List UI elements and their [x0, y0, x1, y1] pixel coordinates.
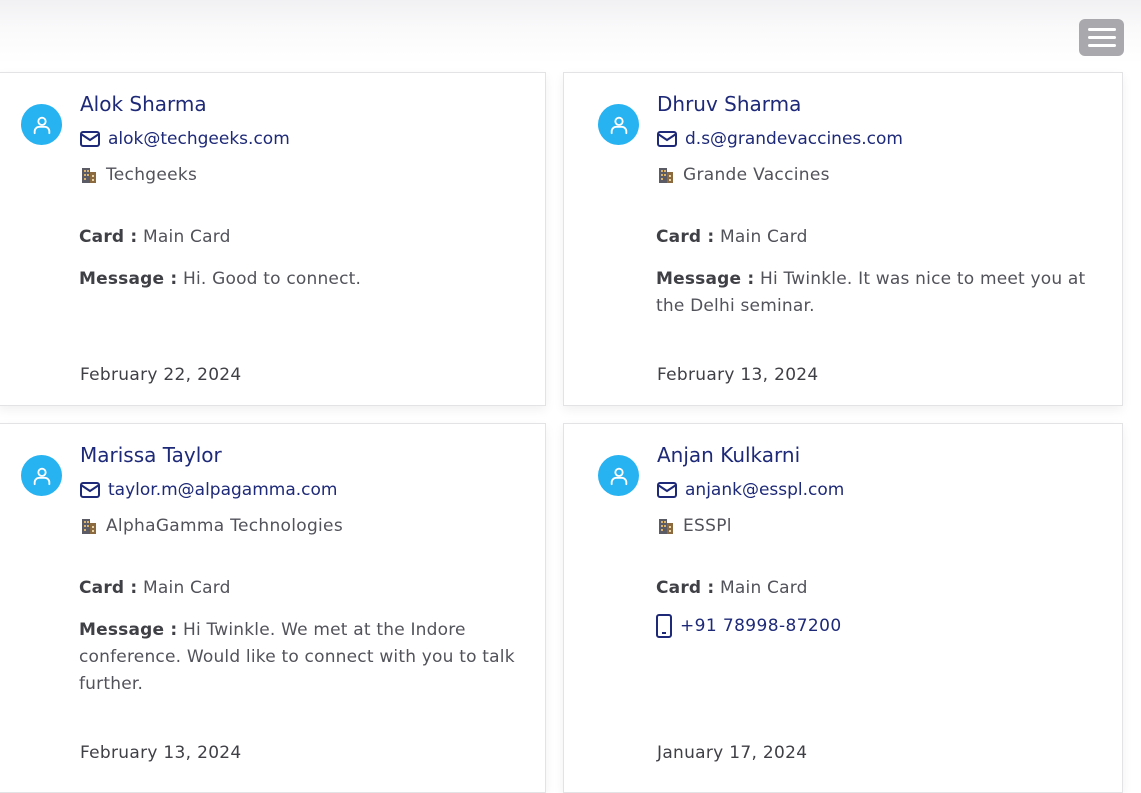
contact-date: January 17, 2024 — [657, 743, 808, 763]
office-building-icon — [80, 166, 98, 184]
card-field: Card : Main Card — [656, 224, 1086, 251]
card-label: Card : — [79, 578, 138, 598]
mail-icon — [657, 131, 677, 147]
user-avatar-icon — [21, 104, 62, 145]
contact-card[interactable]: Marissa Taylor taylor.m@alpagamma.com Al… — [0, 423, 546, 793]
contact-card[interactable]: Dhruv Sharma d.s@grandevaccines.com Gran… — [563, 72, 1123, 406]
message-label: Message : — [79, 620, 178, 640]
card-label: Card : — [656, 578, 715, 598]
company-row: Grande Vaccines — [657, 165, 830, 185]
hamburger-menu-icon-bar — [1087, 44, 1116, 47]
mail-icon — [80, 131, 100, 147]
contact-email[interactable]: anjank@esspl.com — [685, 480, 844, 500]
contact-email[interactable]: taylor.m@alpagamma.com — [108, 480, 337, 500]
card-field: Card : Main Card — [656, 575, 1086, 602]
user-avatar-icon — [598, 104, 639, 145]
hamburger-menu-icon — [1087, 28, 1116, 31]
card-label: Card : — [656, 227, 715, 247]
contact-email[interactable]: alok@techgeeks.com — [108, 129, 290, 149]
office-building-icon — [657, 166, 675, 184]
card-value: Main Card — [143, 227, 231, 247]
contact-phone[interactable]: +91 78998-87200 — [680, 616, 842, 636]
contact-company: AlphaGamma Technologies — [106, 516, 343, 536]
contact-card[interactable]: Alok Sharma alok@techgeeks.com Techgeeks… — [0, 72, 546, 406]
contact-company: Grande Vaccines — [683, 165, 830, 185]
message-field: Message : Hi Twinkle. It was nice to mee… — [656, 266, 1086, 320]
mail-icon — [657, 482, 677, 498]
office-building-icon — [80, 517, 98, 535]
email-row[interactable]: alok@techgeeks.com — [80, 129, 290, 149]
message-label: Message : — [656, 269, 755, 289]
message-value: Hi. Good to connect. — [182, 269, 362, 289]
email-row[interactable]: d.s@grandevaccines.com — [657, 129, 903, 149]
company-row: Techgeeks — [80, 165, 197, 185]
contact-card[interactable]: Anjan Kulkarni anjank@esspl.com ESSPl Ca… — [563, 423, 1123, 793]
email-row[interactable]: taylor.m@alpagamma.com — [80, 480, 337, 500]
card-value: Main Card — [720, 578, 808, 598]
mail-icon — [80, 482, 100, 498]
contact-name: Alok Sharma — [80, 92, 207, 116]
company-row: AlphaGamma Technologies — [80, 516, 343, 536]
contact-date: February 13, 2024 — [80, 743, 242, 763]
user-avatar-icon — [21, 455, 62, 496]
contact-name: Marissa Taylor — [80, 443, 222, 467]
company-row: ESSPl — [657, 516, 732, 536]
contact-email[interactable]: d.s@grandevaccines.com — [685, 129, 903, 149]
message-label: Message : — [79, 269, 178, 289]
contact-date: February 22, 2024 — [80, 365, 242, 385]
card-label: Card : — [79, 227, 138, 247]
contact-date: February 13, 2024 — [657, 365, 819, 385]
phone-row[interactable]: +91 78998-87200 — [656, 614, 842, 638]
mobile-phone-icon — [656, 614, 672, 638]
contact-name: Anjan Kulkarni — [657, 443, 801, 467]
message-field: Message : Hi. Good to connect. — [79, 266, 519, 293]
card-field: Card : Main Card — [79, 575, 519, 602]
card-value: Main Card — [720, 227, 808, 247]
office-building-icon — [657, 517, 675, 535]
user-avatar-icon — [598, 455, 639, 496]
menu-button[interactable] — [1079, 19, 1124, 56]
email-row[interactable]: anjank@esspl.com — [657, 480, 844, 500]
card-field: Card : Main Card — [79, 224, 519, 251]
hamburger-menu-icon-bar — [1087, 36, 1116, 39]
message-field: Message : Hi Twinkle. We met at the Indo… — [79, 617, 519, 698]
contact-company: ESSPl — [683, 516, 732, 536]
top-bar — [0, 0, 1141, 64]
contact-name: Dhruv Sharma — [657, 92, 802, 116]
card-value: Main Card — [143, 578, 231, 598]
contact-company: Techgeeks — [106, 165, 198, 185]
